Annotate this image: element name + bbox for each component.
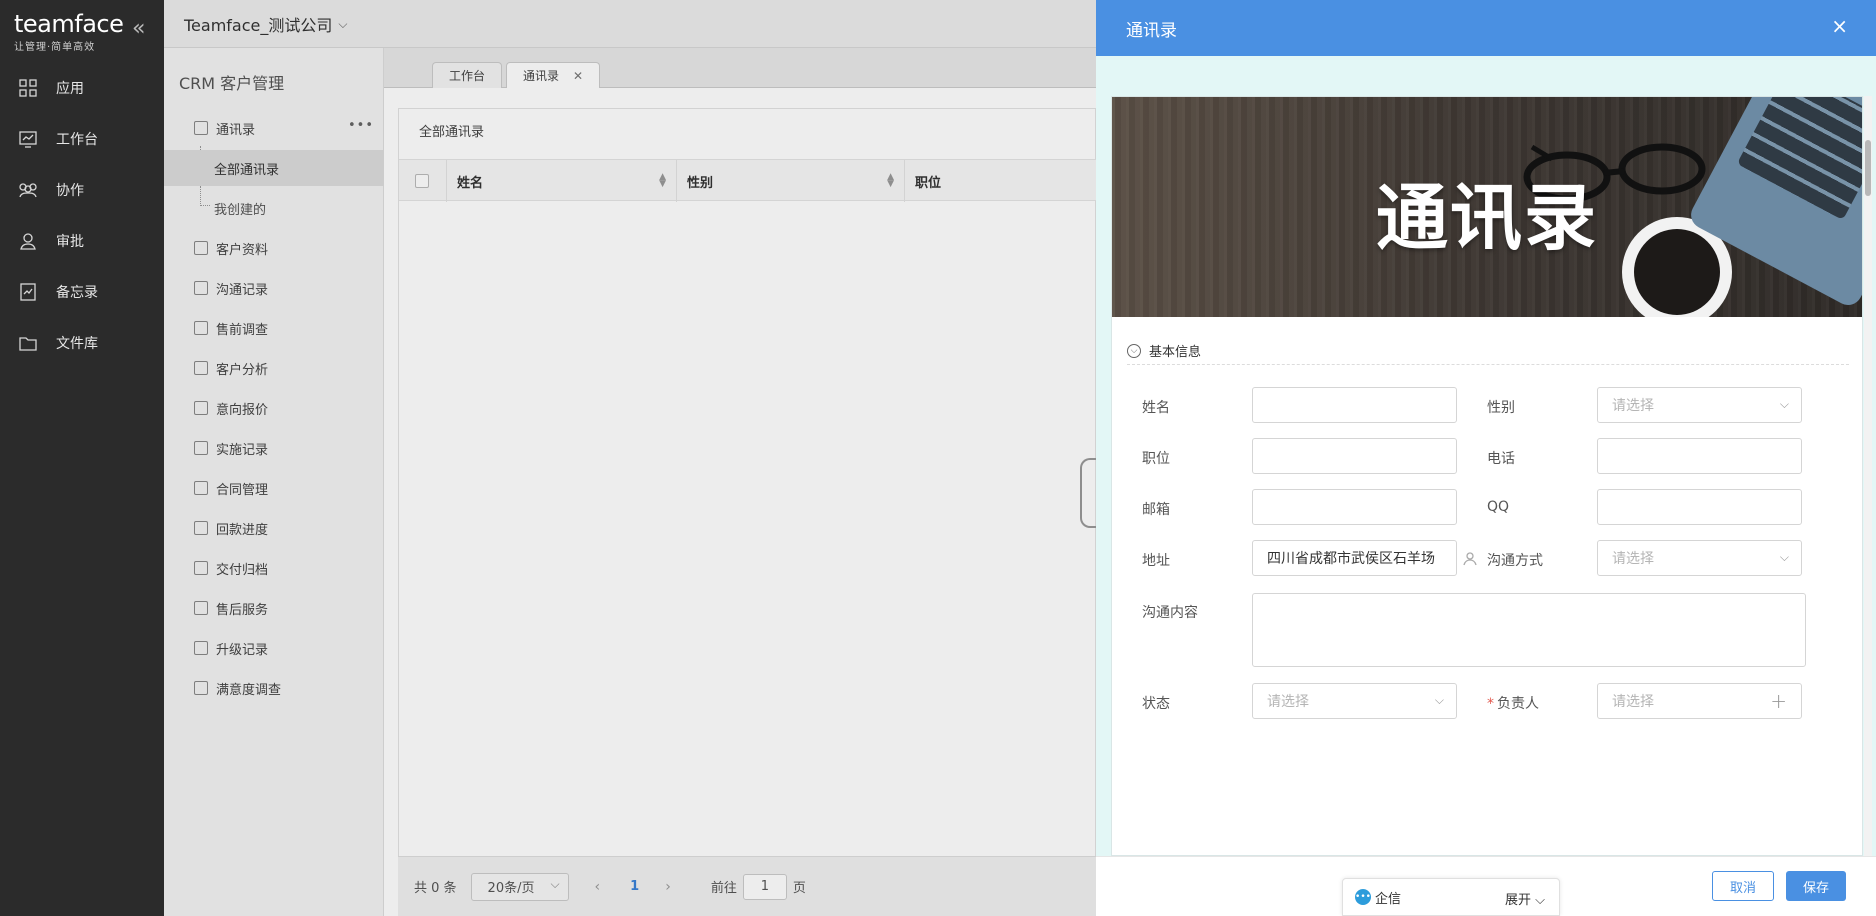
chevron-down-icon: ⌵ [1434,693,1444,707]
chevron-down-icon: ⌵ [1779,550,1789,564]
expand-button[interactable]: 展开 ⌵ [1505,889,1545,908]
contact-drawer: 通讯录 × 通讯录 ⌵ 基本信息 姓名 性别 请选择 ⌵ 职位 电话 邮箱 QQ… [1096,0,1876,916]
nav-label: 应用 [56,81,84,97]
nav-label: 工作台 [56,132,98,148]
status-select[interactable]: 请选择 ⌵ [1252,683,1457,719]
email-label: 邮箱 [1142,502,1170,518]
name-input[interactable] [1252,387,1457,423]
location-icon[interactable] [1462,550,1478,566]
content-textarea[interactable] [1252,593,1806,667]
nav-item-workbench[interactable]: 工作台 [0,119,164,159]
nav-item-approval[interactable]: 审批 [0,221,164,261]
add-icon[interactable]: + [1770,689,1787,713]
cancel-button[interactable]: 取消 [1712,871,1774,901]
qq-label: QQ [1487,499,1510,515]
expand-label: 展开 [1504,893,1531,908]
scrollbar[interactable] [1864,96,1872,856]
chat-label: 企信 [1375,891,1402,907]
nav-item-collab[interactable]: 协作 [0,170,164,210]
status-placeholder: 请选择 [1267,694,1309,710]
name-label: 姓名 [1142,400,1170,416]
address-input[interactable]: 四川省成都市武侯区石羊场 [1252,540,1457,576]
chevron-down-icon: ⌵ [1779,397,1789,411]
memo-icon [16,280,40,304]
left-nav: teamface 让管理·简单高效 « 应用 工作台 协作 审批 备忘录 文件库 [0,0,164,916]
drawer-title: 通讯录 [1126,21,1177,41]
position-label: 职位 [1142,451,1170,467]
gender-placeholder: 请选择 [1612,398,1654,414]
status-label: 状态 [1142,696,1170,712]
collapse-nav-icon[interactable]: « [132,18,152,40]
qq-input[interactable] [1597,489,1802,525]
drawer-header: 通讯录 × [1096,0,1876,56]
nav-label: 协作 [56,183,84,199]
logo[interactable]: teamface 让管理·简单高效 [14,10,134,53]
required-mark: * [1487,696,1494,712]
banner-image: 通讯录 [1112,97,1862,317]
form-card: 通讯录 ⌵ 基本信息 姓名 性别 请选择 ⌵ 职位 电话 邮箱 QQ 地址 四川… [1111,96,1863,856]
owner-select[interactable]: 请选择 + [1597,683,1802,719]
gender-select[interactable]: 请选择 ⌵ [1597,387,1802,423]
save-button[interactable]: 保存 [1786,871,1846,901]
gender-label: 性别 [1487,400,1515,416]
phone-input[interactable] [1597,438,1802,474]
modal-overlay[interactable] [164,0,1096,916]
chevron-down-icon: ⌵ [1127,343,1141,358]
scrollbar-thumb[interactable] [1865,140,1871,196]
content-label: 沟通内容 [1142,605,1198,621]
nav-item-apps[interactable]: 应用 [0,68,164,108]
logo-brand: teamface [14,10,124,38]
nav-label: 备忘录 [56,285,98,301]
nav-label: 审批 [56,234,84,250]
apps-icon [16,76,40,100]
banner-title: 通讯录 [1375,176,1598,260]
contact-method-label: 沟通方式 [1487,553,1543,569]
nav-item-files[interactable]: 文件库 [0,323,164,363]
chat-icon: ••• [1355,889,1371,905]
nav-item-memo[interactable]: 备忘录 [0,272,164,312]
workbench-icon [16,127,40,151]
section-title: 基本信息 [1149,345,1202,360]
contact-method-select[interactable]: 请选择 ⌵ [1597,540,1802,576]
position-input[interactable] [1252,438,1457,474]
section-basic-info[interactable]: ⌵ 基本信息 [1127,337,1849,365]
owner-placeholder: 请选择 [1612,694,1654,710]
nav-label: 文件库 [56,336,98,352]
close-icon[interactable]: × [1831,14,1848,38]
folder-icon [16,331,40,355]
owner-label-text: 负责人 [1497,696,1539,712]
owner-label: * 负责人 [1487,693,1539,713]
phone-label: 电话 [1487,451,1515,467]
contact-method-placeholder: 请选择 [1612,551,1654,567]
chat-widget[interactable]: ••• 企信 展开 ⌵ [1342,878,1560,916]
address-label: 地址 [1142,553,1170,569]
approval-icon [16,229,40,253]
logo-slogan: 让管理·简单高效 [14,42,96,53]
email-input[interactable] [1252,489,1457,525]
collab-icon [16,178,40,202]
